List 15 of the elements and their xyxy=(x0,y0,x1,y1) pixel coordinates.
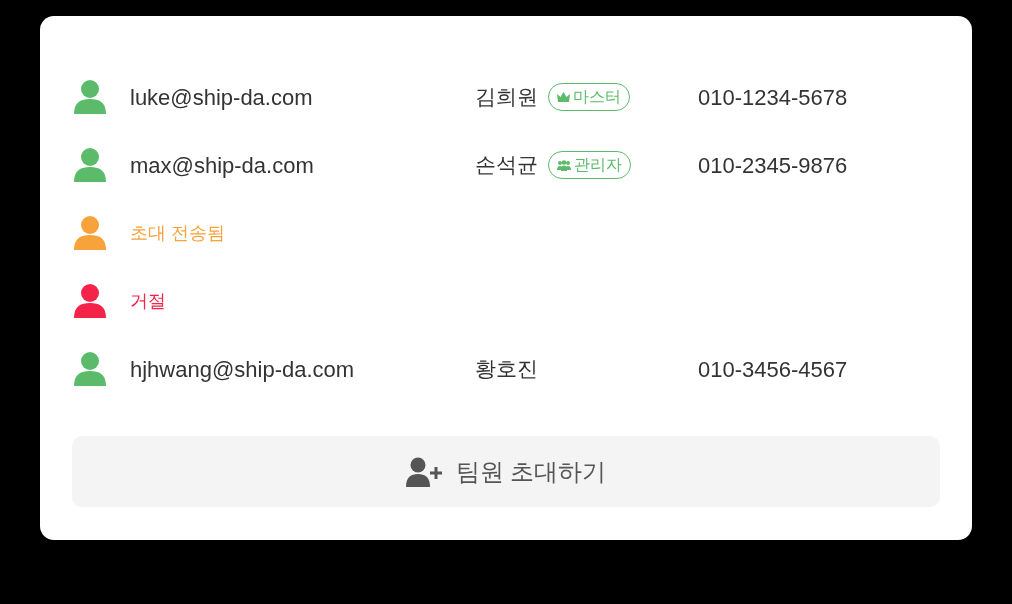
crown-icon xyxy=(557,92,570,102)
member-email: luke@ship-da.com xyxy=(130,83,314,112)
invite-status: 초대 전송됨 xyxy=(130,221,225,245)
add-person-icon xyxy=(405,456,442,487)
member-name: 황호진 xyxy=(475,356,538,383)
invite-button[interactable]: 팀원 초대하기 xyxy=(72,436,940,507)
member-email: max@ship-da.com xyxy=(130,151,315,180)
phone-number: 010-1234-5678 xyxy=(698,83,848,112)
people-icon xyxy=(557,159,571,171)
member-email: hjhwang@ship-da.com xyxy=(130,355,356,384)
member-name: 김희원 xyxy=(475,84,538,111)
invite-status: 거절 xyxy=(130,289,166,313)
phone-number: 010-3456-4567 xyxy=(698,355,848,384)
phone-number: 010-2345-9876 xyxy=(698,151,848,180)
member-name: 손석균 xyxy=(475,152,538,179)
